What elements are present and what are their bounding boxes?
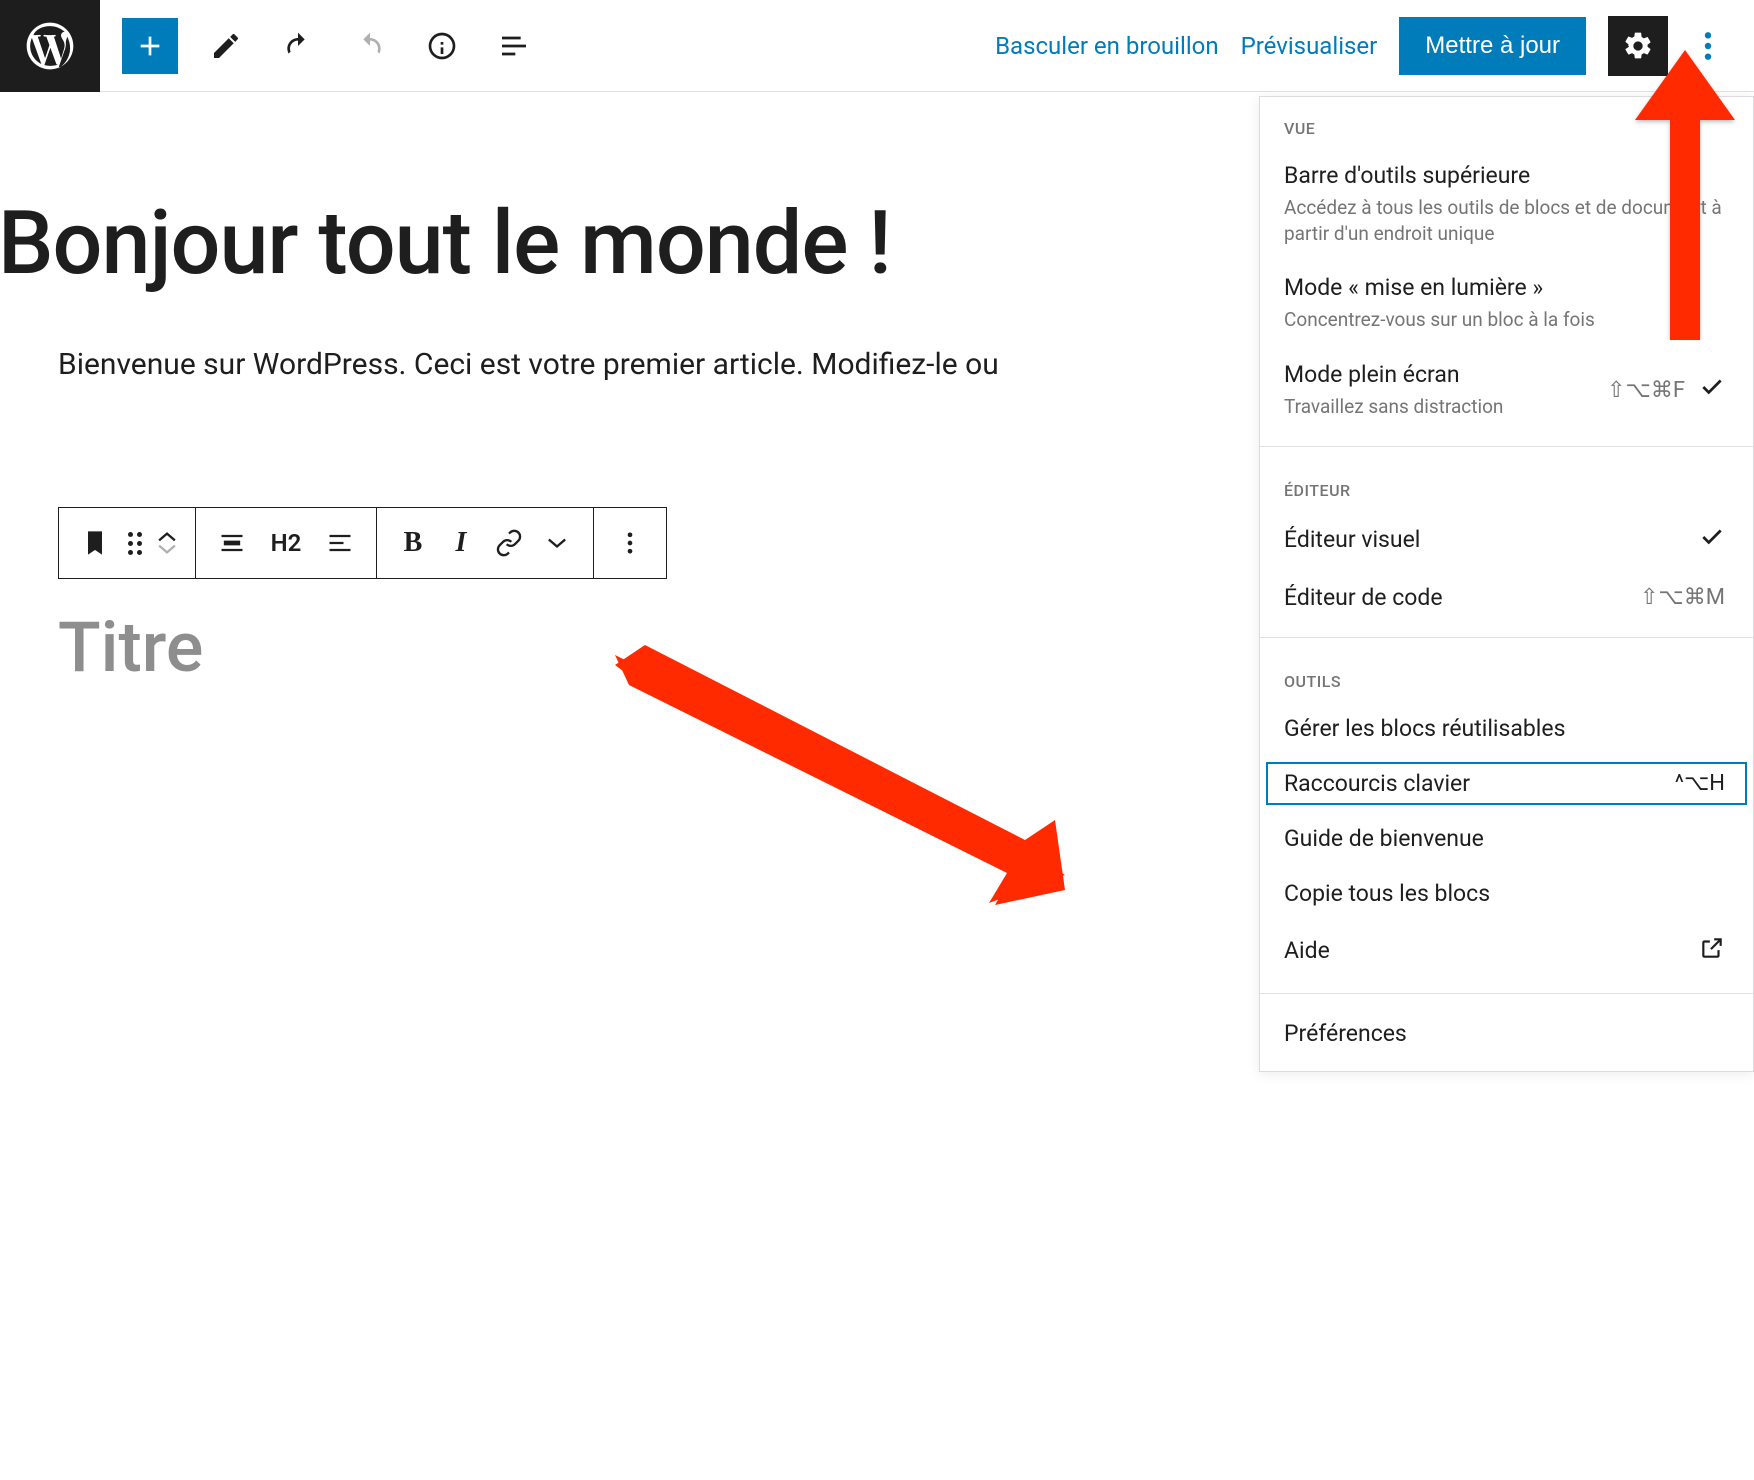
menu-item-label: Aide bbox=[1284, 937, 1687, 964]
text-align-button[interactable] bbox=[316, 519, 364, 567]
kebab-icon bbox=[1704, 30, 1712, 62]
menu-item-label: Mode plein écran bbox=[1284, 361, 1595, 388]
heading-level-button[interactable]: H2 bbox=[256, 519, 316, 567]
divider bbox=[1260, 637, 1753, 638]
menu-item-label: Copie tous les blocs bbox=[1284, 880, 1725, 907]
section-title-editor: ÉDITEUR bbox=[1260, 459, 1753, 510]
menu-item-shortcut: ^⌥H bbox=[1675, 771, 1725, 796]
options-menu-button[interactable] bbox=[1690, 18, 1726, 74]
options-dropdown: VUE Barre d'outils supérieure Accédez à … bbox=[1259, 96, 1754, 1072]
menu-item-code-editor[interactable]: Éditeur de code ⇧⌥⌘M bbox=[1260, 570, 1753, 625]
divider bbox=[1260, 993, 1753, 994]
block-type-button[interactable] bbox=[71, 519, 119, 567]
menu-item-welcome-guide[interactable]: Guide de bienvenue bbox=[1260, 811, 1753, 866]
info-button[interactable] bbox=[418, 22, 466, 70]
menu-item-fullscreen[interactable]: Mode plein écran Travaillez sans distrac… bbox=[1260, 347, 1753, 434]
menu-item-spotlight[interactable]: Mode « mise en lumière » Concentrez-vous… bbox=[1260, 260, 1753, 347]
undo-icon bbox=[282, 30, 314, 62]
add-block-button[interactable] bbox=[122, 18, 178, 74]
section-title-view: VUE bbox=[1260, 97, 1753, 148]
menu-item-label: Barre d'outils supérieure bbox=[1284, 162, 1725, 189]
edit-mode-button[interactable] bbox=[202, 22, 250, 70]
align-icon bbox=[218, 529, 246, 557]
chevron-down-icon bbox=[158, 543, 176, 555]
info-icon bbox=[426, 30, 458, 62]
menu-item-label: Mode « mise en lumière » bbox=[1284, 274, 1725, 301]
drag-icon bbox=[128, 532, 142, 555]
bold-button[interactable]: B bbox=[389, 519, 437, 567]
bookmark-icon bbox=[81, 529, 109, 557]
pencil-icon bbox=[210, 30, 242, 62]
menu-item-label: Guide de bienvenue bbox=[1284, 825, 1725, 852]
check-icon bbox=[1699, 374, 1725, 406]
kebab-icon bbox=[616, 529, 644, 557]
list-view-button[interactable] bbox=[490, 22, 538, 70]
block-mover[interactable] bbox=[151, 519, 183, 567]
divider bbox=[1260, 446, 1753, 447]
menu-item-copy-all[interactable]: Copie tous les blocs bbox=[1260, 866, 1753, 921]
external-link-icon bbox=[1699, 935, 1725, 967]
menu-item-help[interactable]: Aide bbox=[1260, 921, 1753, 981]
redo-icon bbox=[354, 30, 386, 62]
link-button[interactable] bbox=[485, 519, 533, 567]
editor-topbar: Basculer en brouillon Prévisualiser Mett… bbox=[0, 0, 1754, 92]
switch-to-draft-link[interactable]: Basculer en brouillon bbox=[995, 32, 1219, 60]
wordpress-logo[interactable] bbox=[0, 0, 100, 92]
menu-item-label: Éditeur visuel bbox=[1284, 526, 1687, 553]
wordpress-icon bbox=[22, 18, 78, 74]
menu-item-label: Gérer les blocs réutilisables bbox=[1284, 715, 1725, 742]
menu-item-label: Raccourcis clavier bbox=[1284, 770, 1663, 797]
menu-item-shortcut: ⇧⌥⌘F bbox=[1607, 378, 1685, 403]
redo-button[interactable] bbox=[346, 22, 394, 70]
menu-item-label: Préférences bbox=[1284, 1020, 1725, 1047]
link-icon bbox=[495, 529, 523, 557]
menu-item-manage-reusable[interactable]: Gérer les blocs réutilisables bbox=[1260, 701, 1753, 756]
heading-placeholder[interactable]: Titre bbox=[58, 607, 203, 689]
update-button[interactable]: Mettre à jour bbox=[1399, 17, 1586, 75]
plus-icon bbox=[134, 30, 166, 62]
chevron-down-icon bbox=[543, 529, 571, 557]
undo-button[interactable] bbox=[274, 22, 322, 70]
menu-item-desc: Concentrez-vous sur un bloc à la fois bbox=[1284, 307, 1725, 333]
settings-button[interactable] bbox=[1608, 16, 1668, 76]
list-view-icon bbox=[498, 30, 530, 62]
menu-item-label: Éditeur de code bbox=[1284, 584, 1628, 611]
menu-item-desc: Travaillez sans distraction bbox=[1284, 394, 1595, 420]
menu-item-shortcut: ⇧⌥⌘M bbox=[1640, 585, 1725, 610]
text-align-icon bbox=[326, 529, 354, 557]
section-title-tools: OUTILS bbox=[1260, 650, 1753, 701]
menu-item-preferences[interactable]: Préférences bbox=[1260, 1006, 1753, 1071]
toolbar-left bbox=[100, 18, 538, 74]
toolbar-right: Basculer en brouillon Prévisualiser Mett… bbox=[995, 16, 1754, 76]
menu-item-top-toolbar[interactable]: Barre d'outils supérieure Accédez à tous… bbox=[1260, 148, 1753, 260]
block-toolbar: H2 B I bbox=[58, 507, 667, 579]
menu-item-visual-editor[interactable]: Éditeur visuel bbox=[1260, 510, 1753, 570]
menu-item-keyboard-shortcuts[interactable]: Raccourcis clavier ^⌥H bbox=[1260, 756, 1753, 811]
block-options-button[interactable] bbox=[606, 519, 654, 567]
menu-item-desc: Accédez à tous les outils de blocs et de… bbox=[1284, 195, 1725, 246]
chevron-up-icon bbox=[158, 531, 176, 543]
italic-button[interactable]: I bbox=[437, 519, 485, 567]
gear-icon bbox=[1622, 30, 1654, 62]
more-rich-text-button[interactable] bbox=[533, 519, 581, 567]
preview-link[interactable]: Prévisualiser bbox=[1241, 32, 1378, 60]
check-icon bbox=[1699, 524, 1725, 556]
block-drag-handle[interactable] bbox=[119, 519, 151, 567]
align-button[interactable] bbox=[208, 519, 256, 567]
